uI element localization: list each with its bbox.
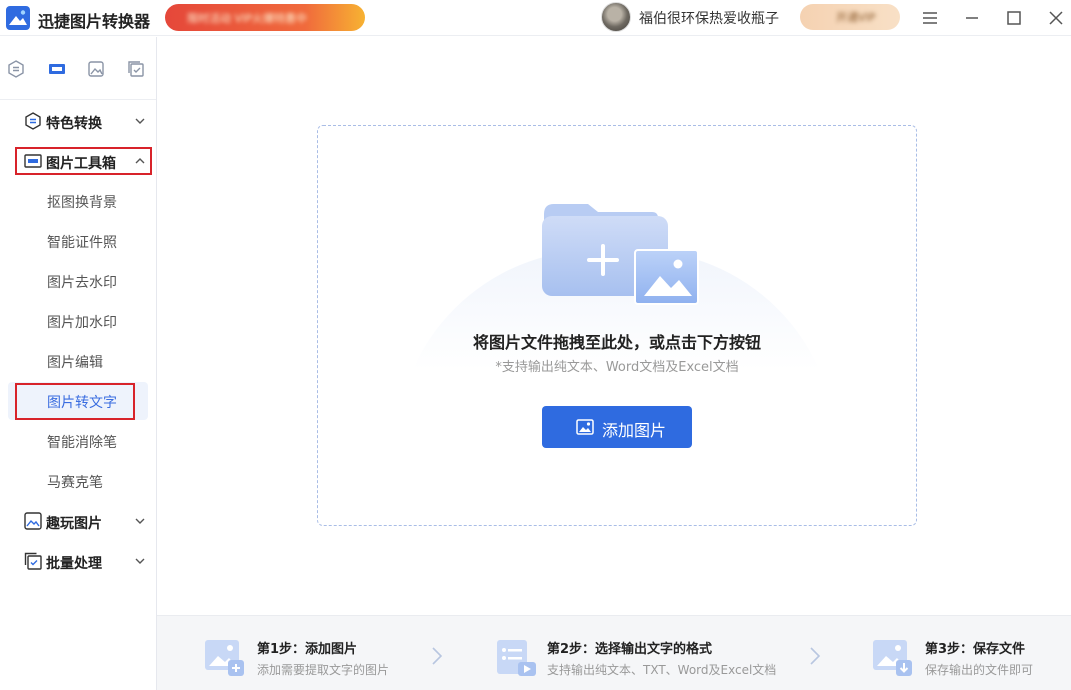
tool-label: 抠图换背景	[47, 195, 117, 211]
tool-item[interactable]: 智能消除笔	[0, 421, 157, 461]
steps-bar: 第1步：添加图片 添加需要提取文字的图片 第2步：选择输出文字的格式 支持输出纯…	[157, 615, 1071, 690]
section-fun-image[interactable]: 趣玩图片	[0, 501, 157, 541]
section-label: 趣玩图片	[46, 516, 102, 532]
promo-banner[interactable]: 限时活动 VIP火爆特惠中	[165, 4, 365, 31]
tool-item[interactable]: 图片编辑	[0, 341, 157, 381]
step-2-desc: 支持输出纯文本、TXT、Word及Excel文档	[547, 663, 777, 677]
menu-icon[interactable]	[918, 6, 942, 30]
tool-item[interactable]: 图片去水印	[0, 261, 157, 301]
batch-tab-icon[interactable]	[126, 59, 146, 79]
chevron-down-icon	[135, 518, 145, 524]
tool-label: 图片去水印	[47, 275, 117, 291]
sidebar-icon-tabs	[0, 55, 157, 83]
drop-title: 将图片文件拖拽至此处，或点击下方按钮	[472, 333, 761, 352]
sidebar-divider	[0, 99, 156, 100]
tool-item[interactable]: 马赛克笔	[0, 461, 157, 501]
highlight-box-image-to-text	[15, 383, 135, 420]
convert-tab-icon[interactable]	[6, 59, 26, 79]
vip-button-label: 开通VIP	[836, 11, 876, 24]
section-batch[interactable]: 批量处理	[0, 541, 157, 581]
format-step-icon	[497, 640, 536, 676]
toolbox-tab-icon[interactable]	[47, 59, 67, 79]
drop-subtitle: *支持输出纯文本、Word文档及Excel文档	[495, 360, 739, 375]
batch-icon	[24, 552, 42, 570]
step-1-title: 第1步：添加图片	[257, 642, 358, 657]
section-label: 批量处理	[46, 556, 102, 572]
image-play-tab-icon[interactable]	[86, 59, 106, 79]
chevron-down-icon	[135, 118, 145, 124]
app-logo-icon	[6, 6, 30, 30]
minimize-icon[interactable]	[960, 6, 984, 30]
tool-label: 图片编辑	[47, 355, 103, 371]
vip-button[interactable]: 开通VIP	[800, 4, 900, 30]
chevron-right-icon	[810, 647, 821, 665]
folder-add-icon	[542, 204, 699, 305]
maximize-icon[interactable]	[1002, 6, 1026, 30]
add-image-button[interactable]: 添加图片	[542, 406, 692, 448]
tool-label: 智能证件照	[47, 235, 117, 251]
tool-label: 智能消除笔	[47, 435, 117, 451]
add-image-step-icon	[205, 640, 244, 676]
step-3-desc: 保存输出的文件即可	[925, 663, 1034, 677]
close-icon[interactable]	[1044, 6, 1068, 30]
save-step-icon	[873, 640, 912, 676]
tool-label: 图片加水印	[47, 315, 117, 331]
tool-item[interactable]: 抠图换背景	[0, 181, 157, 221]
promo-text: 限时活动 VIP火爆特惠中	[187, 12, 307, 25]
step-1-desc: 添加需要提取文字的图片	[257, 663, 390, 677]
step-3-title: 第3步：保存文件	[925, 642, 1026, 657]
tool-label: 马赛克笔	[47, 475, 103, 491]
section-special-convert[interactable]: 特色转换	[0, 101, 157, 141]
convert-icon	[25, 112, 41, 130]
image-play-icon	[24, 512, 42, 530]
chevron-right-icon	[432, 647, 443, 665]
step-2-title: 第2步：选择输出文字的格式	[547, 642, 713, 657]
chevron-down-icon	[135, 558, 145, 564]
section-label: 特色转换	[46, 116, 102, 132]
username[interactable]: 福伯很环保热爱收瓶子	[639, 8, 779, 28]
image-icon	[576, 419, 594, 435]
add-image-label: 添加图片	[602, 421, 667, 440]
tool-item[interactable]: 智能证件照	[0, 221, 157, 261]
avatar[interactable]	[601, 2, 631, 32]
tool-item[interactable]: 图片加水印	[0, 301, 157, 341]
highlight-box-toolbox	[15, 147, 152, 175]
title-bar: 迅捷图片转换器 限时活动 VIP火爆特惠中 福伯很环保热爱收瓶子 开通VIP	[0, 0, 1071, 36]
app-title: 迅捷图片转换器	[38, 12, 151, 31]
